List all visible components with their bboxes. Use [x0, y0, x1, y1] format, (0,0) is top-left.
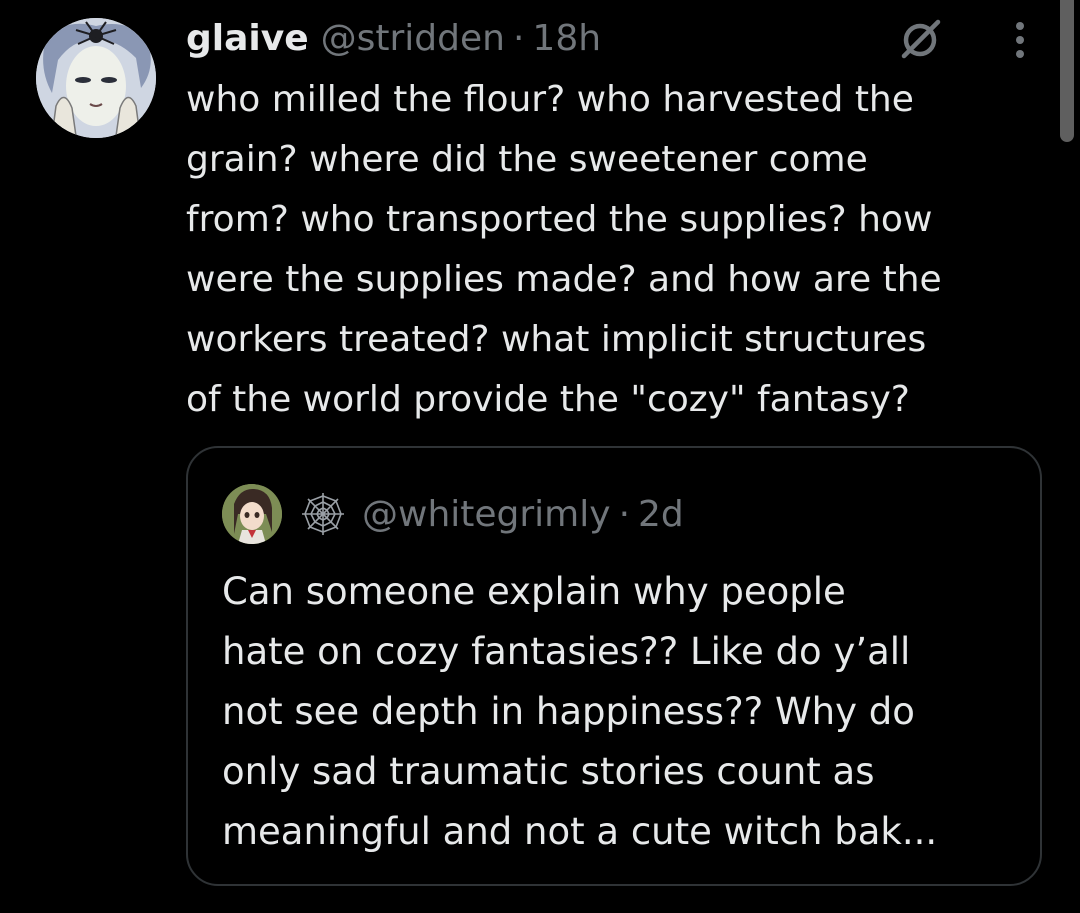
- drawn-face-avatar-icon: [36, 18, 156, 138]
- tweet-text-line: from? who transported the supplies? how: [186, 199, 933, 240]
- quoted-text-line: only sad traumatic stories count as: [222, 750, 875, 793]
- quoted-text-line: meaningful and not a cute witch bak...: [222, 810, 938, 853]
- tweet-text-line: workers treated? what implicit structure…: [186, 319, 927, 360]
- author-avatar[interactable]: [36, 18, 156, 138]
- tweet-text-line: grain? where did the sweetener come: [186, 139, 868, 180]
- tweet-text-line: who milled the flour? who harvested the: [186, 79, 914, 120]
- tweet-timestamp[interactable]: 18h: [532, 14, 601, 64]
- quoted-header-separator: ·: [618, 493, 631, 535]
- quoted-text-line: not see depth in happiness?? Why do: [222, 690, 915, 733]
- quoted-tweet-timestamp[interactable]: 2d: [638, 494, 684, 535]
- tweet-text-line: were the supplies made? and how are the: [186, 259, 942, 300]
- quoted-text-line: Can someone explain why people: [222, 570, 846, 613]
- quoted-author-handle[interactable]: @whitegrimly: [362, 494, 611, 535]
- anime-character-avatar-icon: [222, 484, 282, 544]
- header-separator: ·: [512, 18, 525, 59]
- quoted-author-avatar[interactable]: [222, 484, 282, 544]
- author-handle[interactable]: @stridden: [321, 14, 505, 64]
- spider-web-icon: [302, 493, 344, 535]
- quoted-tweet-card[interactable]: @whitegrimly · 2d Can someone explain wh…: [186, 446, 1042, 886]
- scrollbar[interactable]: [1060, 0, 1074, 142]
- tweet[interactable]: glaive @stridden · 18h who milled the fl…: [0, 0, 1080, 913]
- grok-icon[interactable]: [896, 14, 944, 62]
- more-options-icon[interactable]: [1008, 16, 1032, 64]
- quoted-tweet-text: Can someone explain why people hate on c…: [222, 562, 1022, 862]
- tweet-text-line: of the world provide the "cozy" fantasy?: [186, 379, 910, 420]
- tweet-header: glaive @stridden · 18h: [186, 14, 601, 64]
- tweet-text: who milled the flour? who harvested the …: [186, 70, 1046, 430]
- quoted-tweet-header: @whitegrimly · 2d: [222, 484, 684, 544]
- quoted-text-line: hate on cozy fantasies?? Like do y’all: [222, 630, 911, 673]
- author-display-name[interactable]: glaive: [186, 14, 309, 64]
